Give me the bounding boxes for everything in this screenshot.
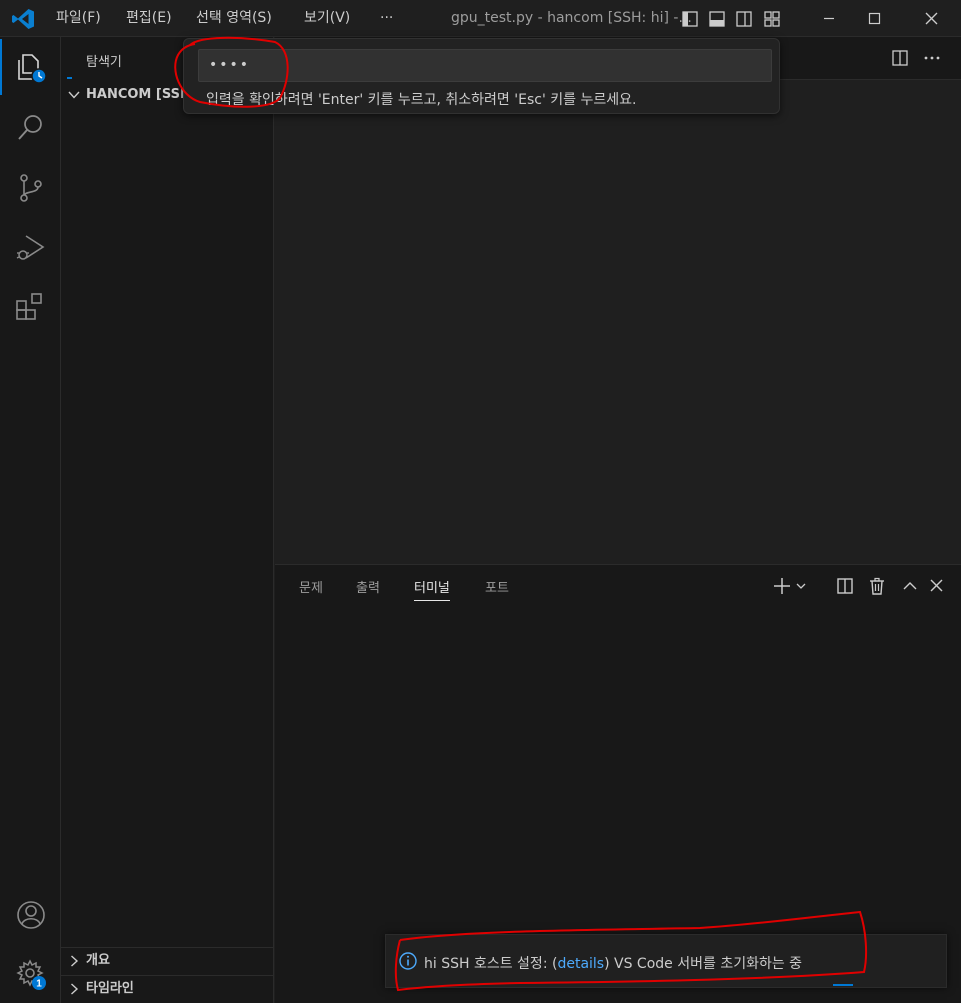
timeline-section-header[interactable]: 타임라인 [61,976,274,1002]
notification-suffix: ) VS Code 서버를 초기화하는 중 [604,956,803,972]
toggle-panel-icon[interactable] [707,9,727,29]
close-window-icon[interactable] [908,0,954,37]
outline-label: 개요 [86,953,110,968]
quick-input-message: 입력을 확인하려면 'Enter' 키를 누르고, 취소하려면 'Esc' 키를… [206,92,637,108]
timeline-label: 타임라인 [86,981,134,996]
progress-indicator [67,77,72,79]
menu-edit[interactable]: 편집(E) [126,0,172,37]
more-actions-icon[interactable] [922,48,942,68]
settings-badge: 1 [36,979,42,990]
minimize-icon[interactable] [806,0,852,37]
activity-accounts[interactable] [0,884,61,944]
account-icon [17,901,45,929]
run-debug-icon [16,235,45,260]
new-terminal-icon[interactable] [772,576,792,596]
maximize-panel-icon[interactable] [900,576,920,596]
menu-more[interactable]: ··· [380,0,393,37]
search-icon [18,115,42,140]
folder-label: HANCOM [SSH [86,87,191,102]
password-input-value: •••• [209,57,251,73]
chevron-right-icon [71,955,79,967]
notification-message: hi SSH 호스트 설정: (details) VS Code 서버를 초기화… [424,953,802,973]
tab-problems[interactable]: 문제 [299,577,323,601]
active-indicator [0,39,2,95]
outline-section-header[interactable]: 개요 [61,948,274,974]
source-control-icon [20,174,42,202]
window-title: gpu_test.py - hancom [SSH: hi] -... [451,10,692,26]
title-bar: 파일(F) 편집(E) 선택 영역(S) 보기(V) ··· gpu_test.… [0,0,961,37]
activity-run-debug[interactable] [0,217,61,277]
activity-explorer[interactable] [0,37,61,97]
notification-toast: hi SSH 호스트 설정: (details) VS Code 서버를 초기화… [385,934,947,988]
editor-area [275,37,961,564]
sidebar-title: 탐색기 [86,55,122,70]
maximize-icon[interactable] [852,0,898,37]
vscode-logo-icon[interactable] [11,8,35,30]
tab-output[interactable]: 출력 [356,577,380,601]
chevron-down-icon [68,91,80,99]
close-panel-icon[interactable] [927,576,947,596]
gear-icon: 1 [16,959,46,990]
trash-icon[interactable] [867,576,887,596]
split-terminal-icon[interactable] [835,576,855,596]
activity-manage[interactable]: 1 [0,943,61,1003]
tab-ports[interactable]: 포트 [485,577,509,601]
customize-layout-icon[interactable] [762,9,782,29]
toggle-secondary-sidebar-icon[interactable] [734,9,754,29]
menu-selection[interactable]: 선택 영역(S) [196,0,272,37]
quick-input-widget: •••• 입력을 확인하려면 'Enter' 키를 누르고, 취소하려면 'Es… [183,38,780,114]
details-link[interactable]: details [557,956,604,972]
menu-view[interactable]: 보기(V) [304,0,350,37]
tab-terminal[interactable]: 터미널 [414,577,450,601]
chevron-down-icon[interactable] [794,576,808,596]
menu-file[interactable]: 파일(F) [56,0,101,37]
sidebar-explorer: 탐색기 HANCOM [SSH 개요 타임라인 [61,37,274,1003]
notification-progress [833,984,853,986]
password-input[interactable]: •••• [198,49,772,82]
info-icon [399,952,417,970]
chevron-right-icon [71,983,79,995]
files-icon [18,54,47,84]
activity-extensions[interactable] [0,277,61,337]
notification-prefix: hi SSH 호스트 설정: ( [424,956,558,972]
split-editor-icon[interactable] [890,48,910,68]
extensions-icon [16,293,42,320]
activity-source-control[interactable] [0,157,61,217]
toggle-primary-sidebar-icon[interactable] [680,9,700,29]
activity-search[interactable] [0,97,61,157]
activity-bar: 1 [0,37,61,1003]
